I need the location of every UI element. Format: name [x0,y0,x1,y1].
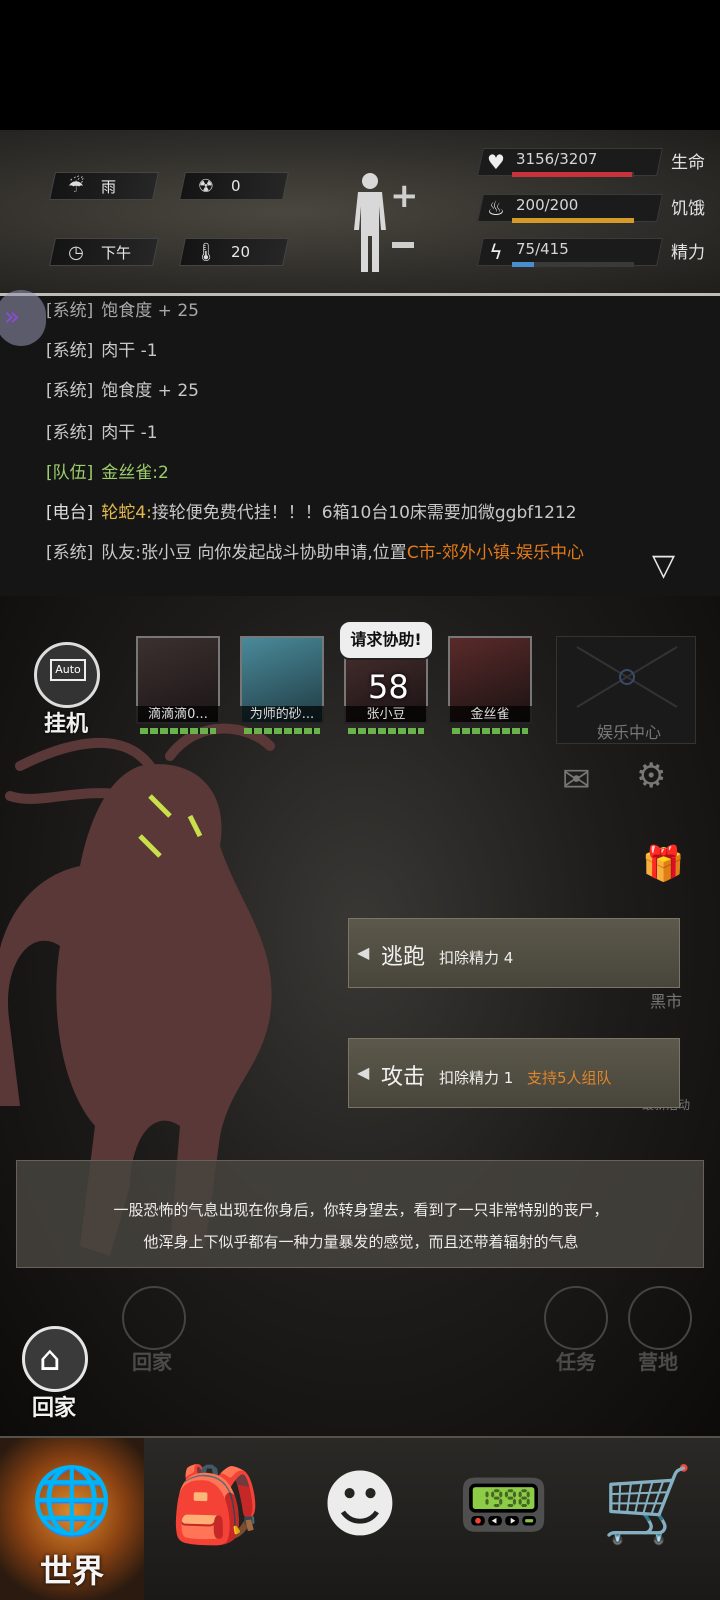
hunger-stat: ♨ 200/200 饥饿 [477,190,705,226]
black-market-label[interactable]: 黑市 [650,988,682,1012]
weather-box: ☔ 雨 [49,172,159,200]
body-minus-icon [392,242,414,248]
home-label[interactable]: 回家 [32,1390,76,1422]
location-card[interactable]: 娱乐中心 [556,636,696,744]
globe-icon: 🌐 [30,1462,114,1539]
nav-skills[interactable]: ☻ [288,1438,432,1600]
home-dim-label: 回家 [132,1350,172,1374]
double-chevron-right-icon: » [4,302,20,332]
left-triangle-icon: ◀ [357,1063,370,1082]
member-hp-bar [452,728,528,734]
temperature-box: 🌡 20 [179,238,289,266]
radiation-box: ☢ 0 [179,172,289,200]
camp-button[interactable] [628,1286,692,1350]
thermometer-icon: 🌡 [194,241,218,263]
chat-line-radio: [电台] 轮蛇4:接轮便免费代挂！！！6箱10台10床需要加微ggbf1212 [46,503,577,523]
health-bar [512,172,634,177]
walkie-talkie-icon: 📟 [457,1462,551,1548]
time-value: 下午 [101,243,132,262]
clock-icon: ◷ [68,241,84,263]
rain-cloud-icon: ☔ [67,175,85,197]
hunger-value: 200/200 [516,196,579,214]
nav-radio[interactable]: 📟 [432,1438,576,1600]
time-box: ◷ 下午 [49,238,159,266]
chat-line: [系统] 饱食度 + 25 [46,301,199,321]
home-dim-button [122,1286,186,1350]
energy-label: 精力 [671,243,705,263]
status-panel: ☔ 雨 ☢ 0 ◷ 下午 🌡 20 + ♥ 3156/3207 生命 ♨ 200/200… [0,130,720,296]
description-line: 一股恐怖的气息出现在你身后，你转身望去，看到了一只非常特别的丧尸， [113,1201,609,1219]
help-request-bubble[interactable]: 请求协助! [338,620,434,660]
task-label[interactable]: 任务 [556,1346,596,1375]
member-hp-bar [348,728,424,734]
event-description: 一股恐怖的气息出现在你身后，你转身望去，看到了一只非常特别的丧尸， 他浑身上下似… [16,1160,704,1268]
chat-line: [系统] 肉干 -1 [46,423,158,443]
backpack-icon: 🎒 [169,1462,263,1548]
nav-world[interactable]: 🌐 世界 [0,1438,144,1600]
energy-stat: ϟ 75/415 精力 [477,234,705,270]
chat-line: [系统] 饱食度 + 25 [46,381,199,401]
party-member[interactable]: 滴滴滴0... [136,636,220,736]
stomach-icon: ♨ [487,196,505,220]
party-member[interactable]: 为师的砂... [240,636,324,736]
auto-screen-icon: Auto [50,659,86,681]
gift-icon[interactable]: 🎁 [642,844,684,884]
attack-button[interactable]: ◀ 攻击 扣除精力 1 支持5人组队 [348,1038,680,1108]
party-member[interactable]: 金丝雀 [448,636,532,736]
auto-battle-label[interactable]: 挂机 [44,706,88,738]
weather-value: 雨 [101,177,117,196]
home-button[interactable]: ⌂ [22,1326,88,1392]
chat-line-team: [队伍] 金丝雀:2 [46,463,169,483]
auto-battle-button[interactable]: Auto [34,642,100,708]
house-icon: ⌂ [39,1339,61,1379]
bottom-nav: 🌐 世界 🎒 ☻ 📟 🛒 [0,1436,720,1600]
hunger-bar [512,218,634,223]
radiation-value: 0 [231,177,241,195]
health-value: 3156/3207 [516,150,598,168]
energy-bar [512,262,634,267]
description-line: 他浑身上下似乎都有一种力量暴发的感觉，而且还带着辐射的气息 [143,1233,579,1251]
health-label: 生命 [671,153,705,173]
flee-button[interactable]: ◀ 逃跑 扣除精力 4 [348,918,680,988]
side-expand-button[interactable]: » [0,290,46,346]
gear-icon[interactable]: ⚙ [636,756,666,796]
heart-pulse-icon: ♥ [487,150,505,174]
mail-icon[interactable]: ✉ [562,760,591,800]
chat-line: [系统] 肉干 -1 [46,341,158,361]
member-hp-bar [140,728,216,734]
nav-world-label: 世界 [39,1552,104,1590]
chat-line-assist[interactable]: [系统] 队友:张小豆 向你发起战斗协助申请,位置C市-郊外小镇-娱乐中心 [46,538,584,563]
temperature-value: 20 [231,243,251,261]
chat-collapse-chevron-icon[interactable]: ▽ [652,548,675,583]
camp-label[interactable]: 营地 [638,1346,678,1375]
location-card-label: 娱乐中心 [597,723,662,742]
health-stat: ♥ 3156/3207 生命 [477,144,705,180]
energy-value: 75/415 [516,240,569,258]
location-map-icon [576,646,678,708]
nav-backpack[interactable]: 🎒 [144,1438,288,1600]
head-gears-icon: ☻ [321,1462,399,1548]
chat-log[interactable]: [系统] 饱食度 + 25 [系统] 肉干 -1 [系统] 饱食度 + 25 [系统]… [0,296,720,596]
left-triangle-icon: ◀ [357,943,370,962]
radiation-icon: ☢ [197,175,215,197]
shopping-cart-icon: 🛒 [601,1462,695,1548]
help-countdown: 58 [368,668,409,706]
nav-shop[interactable]: 🛒 [576,1438,720,1600]
body-status-icon[interactable] [350,172,390,274]
body-plus-icon: + [390,176,419,216]
task-button[interactable] [544,1286,608,1350]
top-black-area [0,0,720,130]
member-hp-bar [244,728,320,734]
hunger-label: 饥饿 [671,199,705,219]
energy-head-icon: ϟ [489,240,503,264]
